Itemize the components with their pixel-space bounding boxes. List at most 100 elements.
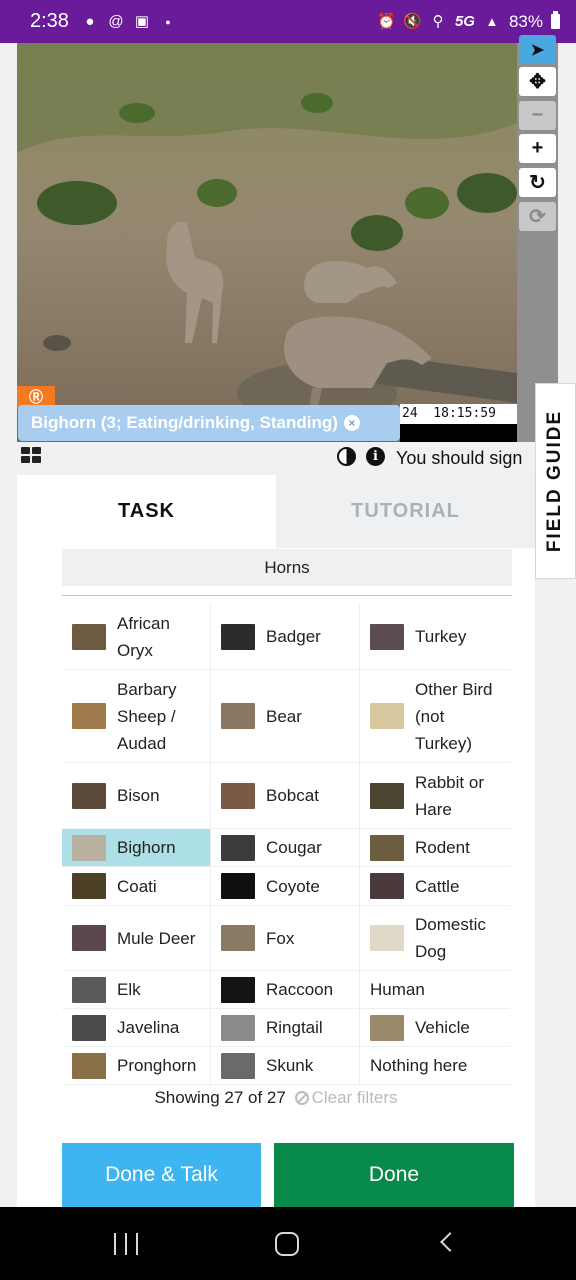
trail-camera-photo bbox=[17, 43, 517, 442]
location-icon: ⚲ bbox=[432, 12, 444, 30]
reset-button[interactable]: ⟳ bbox=[519, 202, 556, 231]
choice-domestic-dog[interactable]: Domestic Dog bbox=[360, 906, 509, 970]
choice-label: Elk bbox=[117, 980, 141, 999]
choice-row: Bighorn Cougar Rodent bbox=[62, 829, 510, 867]
rotate-button[interactable]: ↻ bbox=[519, 168, 556, 197]
recents-icon[interactable] bbox=[114, 1233, 138, 1255]
home-icon[interactable] bbox=[275, 1232, 299, 1256]
choice-bear[interactable]: Bear bbox=[211, 670, 360, 762]
choice-skunk[interactable]: Skunk bbox=[211, 1047, 360, 1084]
close-icon[interactable]: × bbox=[343, 415, 360, 431]
back-icon[interactable] bbox=[440, 1232, 460, 1252]
clear-filters-label: Clear filters bbox=[311, 1088, 398, 1107]
camera-timestamp: 24 18:15:59 bbox=[400, 404, 517, 424]
tab-tutorial[interactable]: TUTORIAL bbox=[276, 475, 535, 548]
choice-label: Skunk bbox=[266, 1056, 314, 1075]
choice-label: Badger bbox=[266, 627, 321, 646]
info-icon[interactable]: i bbox=[366, 447, 385, 466]
choice-label: Pronghorn bbox=[117, 1056, 197, 1075]
choice-coyote[interactable]: Coyote bbox=[211, 867, 360, 905]
choice-cattle[interactable]: Cattle bbox=[360, 867, 509, 905]
choice-other-bird-not-turkey[interactable]: Other Bird (not Turkey) bbox=[360, 670, 509, 762]
clear-icon bbox=[294, 1091, 309, 1105]
filter-label: Horns bbox=[264, 557, 310, 577]
choice-thumbnail bbox=[72, 976, 106, 1003]
choice-label: Cattle bbox=[415, 876, 460, 896]
choice-row: Javelina Ringtail Vehicle bbox=[62, 1009, 510, 1047]
battery-icon bbox=[551, 11, 560, 29]
sign-in-message: You should sign bbox=[396, 448, 523, 468]
choice-badger[interactable]: Badger bbox=[211, 604, 360, 669]
choice-thumbnail bbox=[221, 976, 255, 1003]
choice-nothing-here[interactable]: Nothing here bbox=[360, 1047, 509, 1084]
choice-label: Vehicle bbox=[415, 1018, 470, 1037]
choice-thumbnail bbox=[72, 782, 106, 809]
filter-horns[interactable]: Horns bbox=[62, 549, 512, 586]
choice-coati[interactable]: Coati bbox=[62, 867, 211, 905]
choice-raccoon[interactable]: Raccoon bbox=[211, 971, 360, 1008]
camera-stamp-bar bbox=[400, 424, 517, 442]
choice-rabbit-or-hare[interactable]: Rabbit or Hare bbox=[360, 763, 509, 828]
results-summary: Showing 27 of 27 Clear filters bbox=[17, 1088, 535, 1108]
threads-icon: @ bbox=[108, 12, 124, 30]
choice-barbary-sheep-audad[interactable]: Barbary Sheep / Audad bbox=[62, 670, 211, 762]
plus-icon: + bbox=[531, 137, 544, 159]
move-icon: ✥ bbox=[529, 71, 546, 93]
contrast-icon[interactable] bbox=[337, 447, 356, 466]
choice-row: Mule Deer Fox Domestic Dog bbox=[62, 906, 510, 971]
grid-view-icon[interactable] bbox=[21, 447, 43, 465]
choice-thumbnail bbox=[370, 703, 404, 729]
mute-icon: 🔇 bbox=[402, 12, 422, 30]
zoom-in-button[interactable]: + bbox=[519, 134, 556, 163]
choice-fox[interactable]: Fox bbox=[211, 906, 360, 970]
field-guide-tab[interactable]: FIELD GUIDE bbox=[535, 383, 576, 579]
done-and-talk-button[interactable]: Done & Talk bbox=[62, 1143, 261, 1207]
done-button[interactable]: Done bbox=[274, 1143, 514, 1207]
choice-label: Bear bbox=[266, 706, 302, 726]
choice-cougar[interactable]: Cougar bbox=[211, 829, 360, 866]
choice-thumbnail bbox=[221, 834, 255, 861]
alarm-icon: ⏰ bbox=[376, 12, 396, 30]
choice-bighorn[interactable]: Bighorn bbox=[62, 829, 211, 866]
choice-label: Human bbox=[370, 980, 425, 999]
choice-label: Raccoon bbox=[266, 980, 334, 999]
choice-ringtail[interactable]: Ringtail bbox=[211, 1009, 360, 1046]
tab-task[interactable]: TASK bbox=[17, 475, 276, 548]
choice-human[interactable]: Human bbox=[360, 971, 509, 1008]
snapchat-icon: ● bbox=[85, 12, 95, 30]
zoom-out-button[interactable]: − bbox=[519, 101, 556, 130]
choice-label: Domestic Dog bbox=[415, 915, 486, 961]
choice-label: Other Bird (not Turkey) bbox=[415, 679, 493, 753]
choice-row: Elk Raccoon Human bbox=[62, 971, 510, 1009]
choice-thumbnail bbox=[72, 873, 106, 899]
choice-row: Coati Coyote Cattle bbox=[62, 867, 510, 906]
choice-pronghorn[interactable]: Pronghorn bbox=[62, 1047, 211, 1084]
choice-label: Cougar bbox=[266, 838, 322, 857]
choice-row: African Oryx Badger Turkey bbox=[62, 604, 510, 670]
choice-thumbnail bbox=[221, 782, 255, 809]
choice-thumbnail bbox=[370, 834, 404, 861]
choice-rodent[interactable]: Rodent bbox=[360, 829, 509, 866]
choice-elk[interactable]: Elk bbox=[62, 971, 211, 1008]
choice-row: Pronghorn Skunk Nothing here bbox=[62, 1047, 510, 1085]
choice-javelina[interactable]: Javelina bbox=[62, 1009, 211, 1046]
status-bar: 2:38 ● @ ▣ ● ⏰ 🔇 ⚲ 5G ▲ 83% bbox=[0, 0, 576, 43]
choice-thumbnail bbox=[221, 623, 255, 650]
choice-mule-deer[interactable]: Mule Deer bbox=[62, 906, 211, 970]
choice-vehicle[interactable]: Vehicle bbox=[360, 1009, 509, 1046]
choice-turkey[interactable]: Turkey bbox=[360, 604, 509, 669]
pointer-icon: ➤ bbox=[530, 41, 545, 59]
choice-bobcat[interactable]: Bobcat bbox=[211, 763, 360, 828]
choice-row: Barbary Sheep / Audad Bear Other Bird (not… bbox=[62, 670, 510, 763]
clear-filters-button[interactable]: Clear filters bbox=[294, 1088, 398, 1107]
subject-image[interactable] bbox=[17, 43, 517, 442]
choice-thumbnail bbox=[221, 925, 255, 951]
minus-icon: − bbox=[531, 104, 544, 126]
move-tool-button[interactable]: ✥ bbox=[519, 67, 556, 96]
signal-icon: ▲ bbox=[485, 13, 499, 29]
annotation-tag[interactable]: Bighorn (3; Eating/drinking, Standing) × bbox=[18, 405, 400, 441]
select-tool-button[interactable]: ➤ bbox=[519, 35, 556, 64]
choice-bison[interactable]: Bison bbox=[62, 763, 211, 828]
choice-label: Rabbit or Hare bbox=[415, 772, 484, 819]
choice-african-oryx[interactable]: African Oryx bbox=[62, 604, 211, 669]
